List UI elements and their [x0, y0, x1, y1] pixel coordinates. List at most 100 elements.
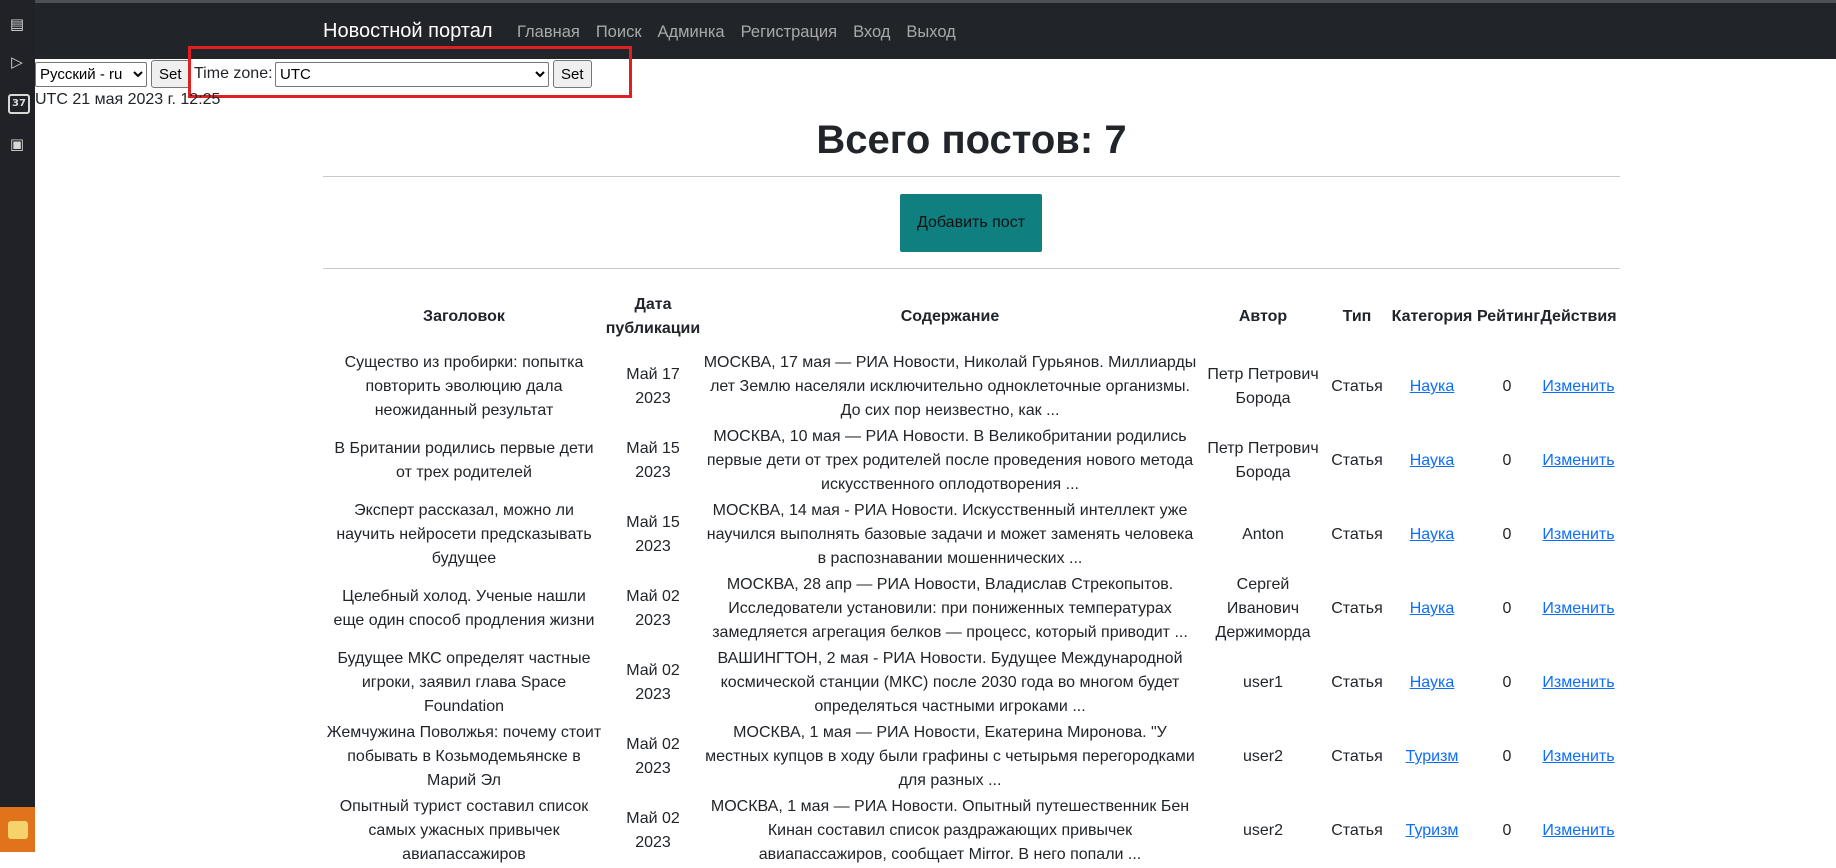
category-link[interactable]: Туризм [1406, 822, 1459, 839]
category-link[interactable]: Наука [1410, 674, 1455, 691]
category-link[interactable]: Наука [1410, 526, 1455, 543]
language-set-button[interactable]: Set [151, 60, 190, 88]
post-type: Статья [1331, 526, 1383, 543]
edit-link[interactable]: Изменить [1542, 748, 1614, 765]
language-select[interactable]: Русский - ru [35, 62, 147, 87]
edit-link[interactable]: Изменить [1542, 378, 1614, 395]
table-header-row: Заголовок Дата публикации Содержание Авт… [323, 284, 1620, 350]
post-date: Май 02 2023 [626, 810, 680, 851]
table-row: Опытный турист составил список самых ужа… [323, 794, 1620, 868]
post-author: Петр Петрович Борода [1207, 440, 1319, 481]
edit-link[interactable]: Изменить [1542, 822, 1614, 839]
post-content: ВАШИНГТОН, 2 мая - РИА Новости. Будущее … [717, 650, 1183, 715]
table-row: Жемчужина Поволжья: почему стоит побыват… [323, 720, 1620, 794]
post-title: Существо из пробирки: попытка повторить … [344, 354, 584, 419]
category-link[interactable]: Наука [1410, 452, 1455, 469]
play-icon[interactable]: ▷ [7, 52, 27, 72]
category-link[interactable]: Наука [1410, 600, 1455, 617]
add-post-button[interactable]: Добавить пост [900, 194, 1042, 252]
column-header-author: Автор [1238, 308, 1288, 325]
post-rating: 0 [1502, 748, 1512, 765]
nav-link-register[interactable]: Регистрация [741, 23, 837, 42]
edit-link[interactable]: Изменить [1542, 526, 1614, 543]
post-actions-cell: Изменить [1537, 498, 1620, 572]
table-row: Целебный холод. Ученые нашли еще один сп… [323, 572, 1620, 646]
post-rating: 0 [1502, 674, 1512, 691]
post-category-cell: Наука [1387, 498, 1477, 572]
post-date: Май 15 2023 [626, 514, 680, 555]
category-link[interactable]: Наука [1410, 378, 1455, 395]
calendar-icon[interactable]: 37 [8, 94, 30, 114]
nav-links: Главная Поиск Админка Регистрация Вход В… [517, 23, 972, 42]
post-category-cell: Туризм [1387, 794, 1477, 868]
edit-link[interactable]: Изменить [1542, 674, 1614, 691]
column-header-date: Дата публикации [605, 296, 701, 337]
nav-link-admin[interactable]: Админка [658, 23, 725, 42]
page-title: Всего постов: 7 [816, 118, 1127, 162]
main-content: Всего постов: 7 Добавить пост Заголовок … [323, 108, 1620, 863]
post-type: Статья [1331, 378, 1383, 395]
post-category-cell: Наука [1387, 646, 1477, 720]
divider [323, 268, 1620, 269]
edit-link[interactable]: Изменить [1542, 452, 1614, 469]
post-actions-cell: Изменить [1537, 794, 1620, 868]
post-title: Жемчужина Поволжья: почему стоит побыват… [326, 724, 602, 789]
post-actions-cell: Изменить [1537, 720, 1620, 794]
post-content: МОСКВА, 1 мая — РИА Новости. Опытный пут… [710, 798, 1190, 863]
edit-link[interactable]: Изменить [1542, 600, 1614, 617]
column-header-category: Категория [1391, 308, 1473, 325]
nav-link-login[interactable]: Вход [853, 23, 890, 42]
post-rating: 0 [1502, 600, 1512, 617]
post-content: МОСКВА, 17 мая — РИА Новости, Николай Гу… [703, 354, 1197, 419]
post-actions-cell: Изменить [1537, 350, 1620, 424]
post-date: Май 02 2023 [626, 588, 680, 629]
divider [323, 176, 1620, 177]
column-header-title: Заголовок [423, 308, 505, 325]
table-row: Существо из пробирки: попытка повторить … [323, 350, 1620, 424]
post-author: Сергей Иванович Держиморда [1215, 576, 1311, 641]
category-link[interactable]: Туризм [1406, 748, 1459, 765]
posts-table: Заголовок Дата публикации Содержание Авт… [323, 284, 1620, 868]
brand-link[interactable]: Новостной портал [323, 20, 493, 43]
post-date: Май 02 2023 [626, 736, 680, 777]
nav-link-logout[interactable]: Выход [906, 23, 955, 42]
column-header-actions: Действия [1540, 308, 1617, 325]
post-author: user1 [1242, 674, 1284, 691]
post-title: В Британии родились первые дети от трех … [334, 440, 594, 481]
post-category-cell: Туризм [1387, 720, 1477, 794]
post-category-cell: Наука [1387, 350, 1477, 424]
post-author: Anton [1242, 526, 1284, 543]
post-content: МОСКВА, 1 мая — РИА Новости, Екатерина М… [705, 724, 1195, 789]
table-row: В Британии родились первые дети от трех … [323, 424, 1620, 498]
post-actions-cell: Изменить [1537, 572, 1620, 646]
notes-icon[interactable]: ▤ [7, 14, 27, 34]
post-author: user2 [1242, 822, 1284, 839]
post-date: Май 02 2023 [626, 662, 680, 703]
camera-icon[interactable]: ▣ [7, 134, 27, 154]
post-content: МОСКВА, 14 мая - РИА Новости. Искусствен… [706, 502, 1194, 567]
post-title: Будущее МКС определят частные игроки, за… [337, 650, 591, 715]
post-content: МОСКВА, 28 апр — РИА Новости, Владислав … [712, 576, 1188, 641]
post-type: Статья [1331, 748, 1383, 765]
app-icon[interactable] [0, 807, 35, 852]
column-header-type: Тип [1342, 308, 1372, 325]
post-author: Петр Петрович Борода [1207, 366, 1319, 407]
post-actions-cell: Изменить [1537, 424, 1620, 498]
current-time: UTC 21 мая 2023 г. 12:25 [35, 91, 221, 108]
post-rating: 0 [1502, 452, 1512, 469]
post-type: Статья [1331, 674, 1383, 691]
post-rating: 0 [1502, 526, 1512, 543]
post-title: Опытный турист составил список самых ужа… [339, 798, 589, 863]
nav-link-search[interactable]: Поиск [596, 23, 642, 42]
nav-link-home[interactable]: Главная [517, 23, 580, 42]
post-date: Май 15 2023 [626, 440, 680, 481]
post-type: Статья [1331, 600, 1383, 617]
column-header-content: Содержание [900, 308, 1000, 325]
post-date: Май 17 2023 [626, 366, 680, 407]
post-author: user2 [1242, 748, 1284, 765]
post-category-cell: Наука [1387, 572, 1477, 646]
browser-sidebar: ▤ ▷ 37 ▣ [0, 0, 35, 852]
post-title: Целебный холод. Ученые нашли еще один сп… [333, 588, 595, 629]
post-actions-cell: Изменить [1537, 646, 1620, 720]
post-type: Статья [1331, 822, 1383, 839]
